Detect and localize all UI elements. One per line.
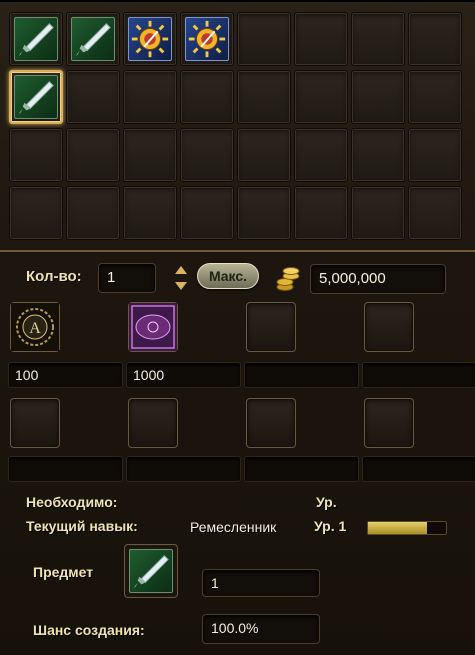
skill-progress-bar — [367, 521, 447, 535]
chance-field: 100.0% — [202, 614, 320, 644]
inventory-slot[interactable] — [351, 70, 405, 124]
inventory-slot[interactable] — [66, 12, 120, 66]
material-amount — [244, 456, 359, 482]
material-slot[interactable] — [364, 302, 414, 352]
material-slot[interactable] — [10, 398, 60, 448]
inventory-slot[interactable] — [123, 70, 177, 124]
level-header: Ур. — [316, 494, 337, 510]
inventory-slot[interactable] — [294, 128, 348, 182]
inventory-slot[interactable] — [123, 12, 177, 66]
material-amount — [126, 456, 241, 482]
material-slot[interactable] — [246, 398, 296, 448]
item-count-field: 1 — [202, 569, 320, 597]
inventory-slot[interactable] — [351, 128, 405, 182]
material-slot[interactable] — [128, 302, 178, 352]
required-label: Необходимо: — [26, 494, 118, 510]
material-amount: 1000 — [126, 362, 241, 388]
inventory-slot[interactable] — [408, 12, 462, 66]
inventory-grid — [9, 12, 462, 240]
material-slot[interactable] — [246, 302, 296, 352]
inventory-slot[interactable] — [66, 128, 120, 182]
item-label: Предмет — [33, 564, 94, 580]
inventory-slot[interactable] — [408, 70, 462, 124]
skill-level: Ур. 1 — [314, 518, 347, 534]
quantity-input[interactable]: 1 — [98, 263, 156, 293]
inventory-slot[interactable] — [237, 12, 291, 66]
inventory-slot[interactable] — [294, 12, 348, 66]
material-slot[interactable] — [364, 398, 414, 448]
gold-coins-icon — [276, 267, 300, 291]
material-amount — [8, 456, 123, 482]
quantity-label: Кол-во: — [26, 268, 82, 285]
chance-label: Шанс создания: — [33, 622, 145, 638]
material-slot[interactable] — [128, 398, 178, 448]
sun-scroll-icon — [185, 17, 229, 61]
material-amount — [244, 362, 359, 388]
inventory-slot[interactable] — [237, 70, 291, 124]
sword-icon — [71, 17, 115, 61]
sword-icon — [129, 549, 173, 593]
rune-a-icon: A — [11, 303, 59, 351]
inventory-panel — [0, 0, 475, 252]
inventory-slot[interactable] — [180, 186, 234, 240]
sword-icon — [14, 17, 58, 61]
material-amount: 100 — [8, 362, 123, 388]
inventory-slot[interactable] — [123, 186, 177, 240]
inventory-slot[interactable] — [294, 70, 348, 124]
inventory-slot[interactable] — [180, 70, 234, 124]
inventory-slot[interactable] — [408, 128, 462, 182]
inventory-slot[interactable] — [9, 186, 63, 240]
material-amount — [362, 456, 475, 482]
inventory-slot[interactable] — [9, 128, 63, 182]
skill-label: Текущий навык: — [26, 518, 138, 534]
purple-seal-icon — [129, 303, 177, 351]
cost-field: 5,000,000 — [310, 264, 446, 294]
crafting-window: Кол-во: 1 Макс. 5,000,000 A 100 1000 Необх… — [0, 0, 475, 655]
inventory-slot[interactable] — [237, 186, 291, 240]
svg-text:A: A — [29, 320, 41, 337]
material-amount — [362, 362, 475, 388]
skill-name: Ремесленник — [190, 519, 277, 535]
inventory-slot[interactable] — [180, 128, 234, 182]
inventory-slot[interactable] — [9, 70, 63, 124]
max-button[interactable]: Макс. — [197, 263, 259, 289]
inventory-slot[interactable] — [66, 70, 120, 124]
material-slot[interactable]: A — [10, 302, 60, 352]
inventory-slot[interactable] — [351, 12, 405, 66]
sword-icon — [14, 75, 58, 119]
skill-progress-fill — [368, 522, 427, 534]
inventory-slot[interactable] — [237, 128, 291, 182]
inventory-slot[interactable] — [351, 186, 405, 240]
sun-scroll-icon — [128, 17, 172, 61]
result-item-slot[interactable] — [124, 544, 178, 598]
inventory-slot[interactable] — [9, 12, 63, 66]
inventory-slot[interactable] — [408, 186, 462, 240]
inventory-slot[interactable] — [66, 186, 120, 240]
inventory-slot[interactable] — [180, 12, 234, 66]
inventory-slot[interactable] — [123, 128, 177, 182]
inventory-slot[interactable] — [294, 186, 348, 240]
quantity-stepper-icon[interactable] — [173, 264, 189, 292]
